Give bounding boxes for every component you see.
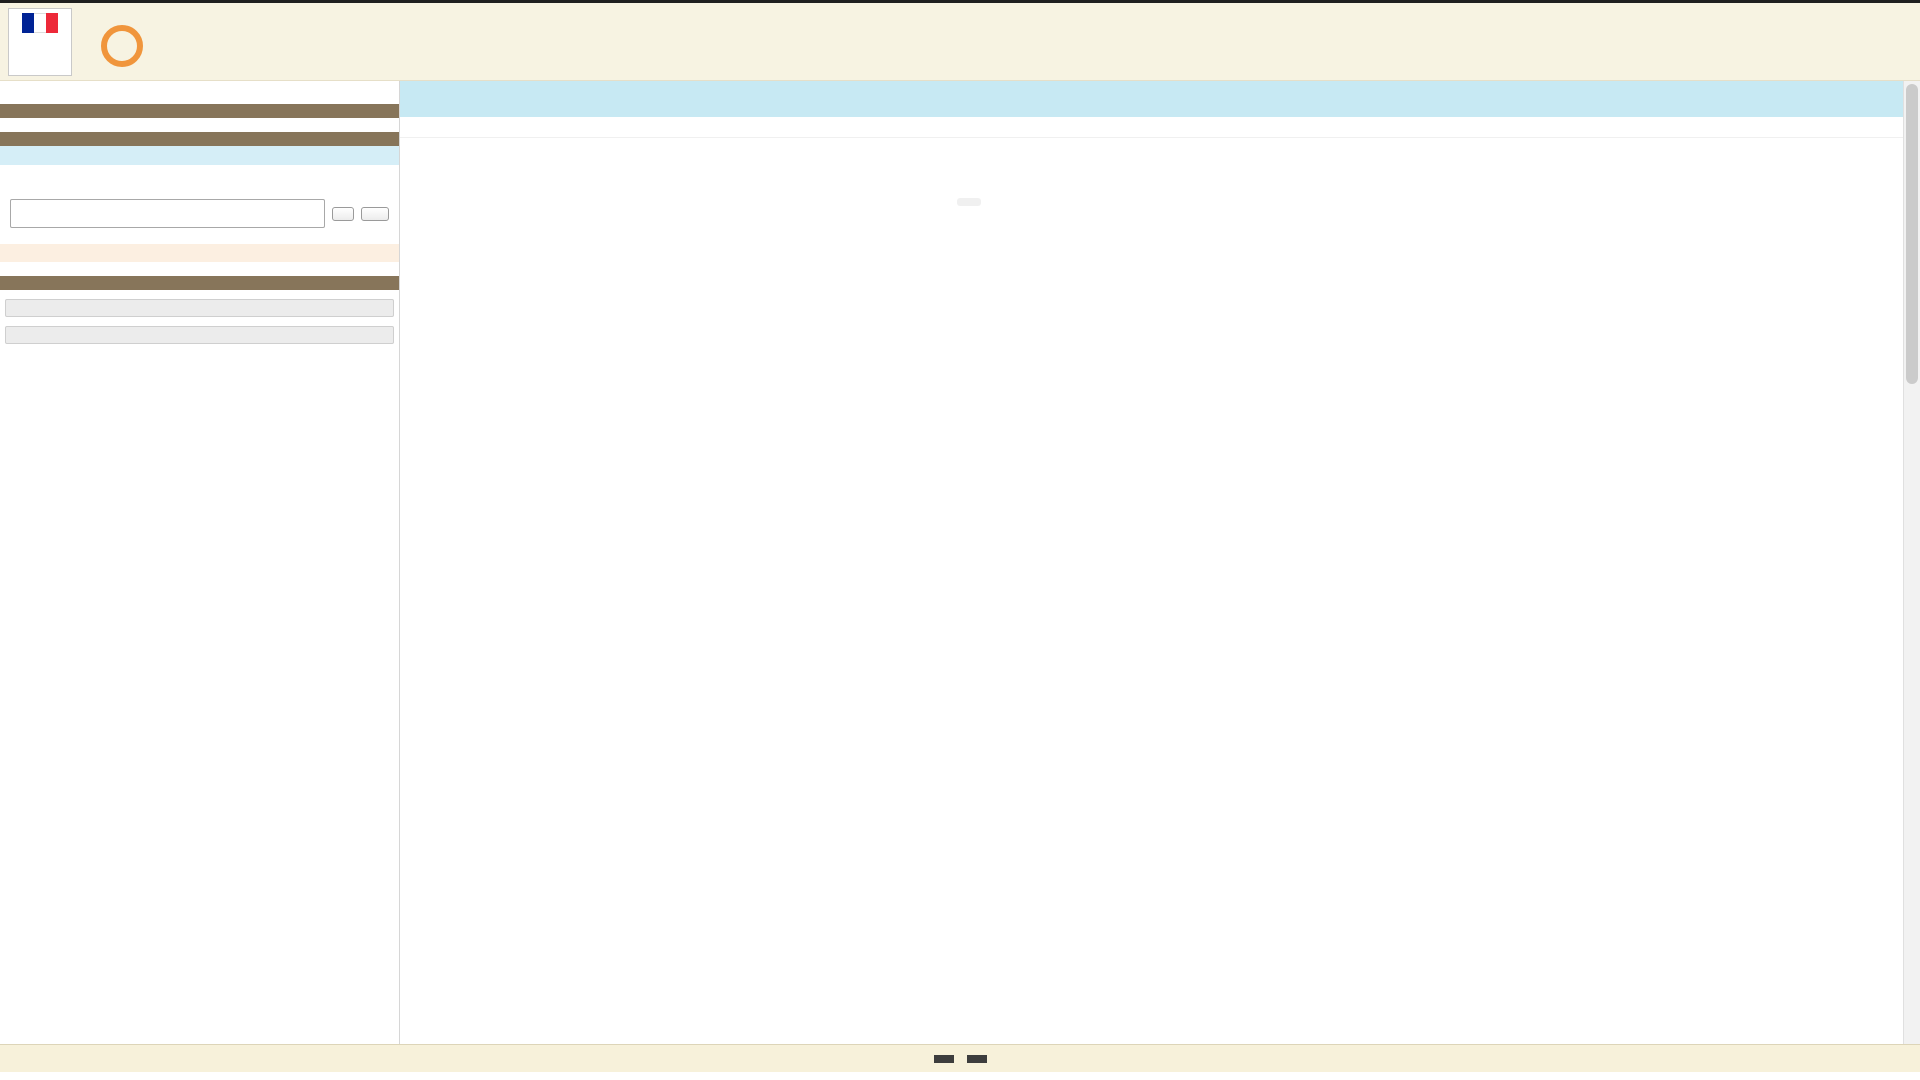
comparison-zone-box[interactable] [0,244,399,262]
app-header [0,3,1920,81]
search-place-input[interactable] [10,199,325,228]
localize-button[interactable] [361,207,389,221]
print-expander[interactable] [5,299,394,317]
zone-summary-bar [400,117,1903,138]
zones-header [0,132,399,146]
cookie-banner [0,1044,1920,1080]
year-selector [957,198,981,206]
ok-button[interactable] [332,207,354,221]
more-indicators-expander[interactable] [5,326,394,344]
cookie-refuse-button[interactable] [967,1055,987,1063]
report-title-row [400,138,1903,154]
modify-zone-label [0,165,399,180]
prefecture-logo [8,8,72,76]
zone-mode-radio-group [0,180,399,188]
energy-overview-block [666,168,1272,219]
brand-o-ring-icon [101,25,143,67]
sidebar-title [0,81,399,104]
report-main-area [400,81,1903,1080]
scrollbar-thumb[interactable] [1906,84,1918,384]
view-tabs [400,81,1903,117]
french-flag-icon [22,13,58,33]
zone-search-row [0,188,399,232]
more-header [0,276,399,290]
vertical-scrollbar[interactable] [1903,81,1920,1080]
picto-stat-logo[interactable] [98,17,139,67]
study-zone-box[interactable] [0,146,399,165]
sidebar [0,81,400,1080]
reports-nav-header [0,104,399,118]
cookie-accept-button[interactable] [934,1055,954,1063]
